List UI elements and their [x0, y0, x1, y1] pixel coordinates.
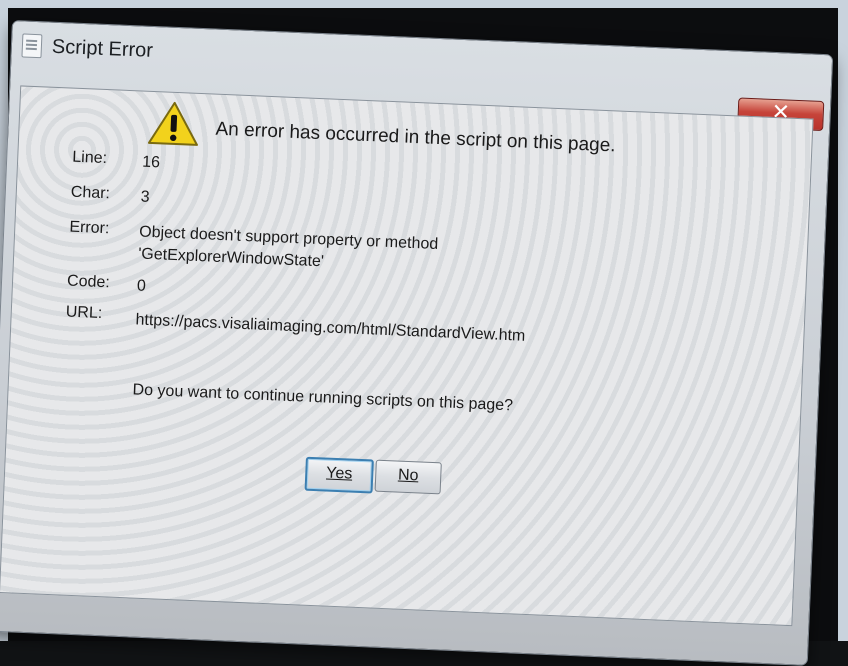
- window-title: Script Error: [51, 35, 154, 62]
- char-value: 3: [140, 188, 150, 206]
- warning-icon: [147, 101, 198, 146]
- no-button[interactable]: No: [374, 459, 442, 495]
- line-label: Line:: [71, 148, 108, 168]
- yes-button[interactable]: Yes: [304, 456, 374, 494]
- code-value: 0: [136, 277, 147, 295]
- continue-question: Do you want to continue running scripts …: [132, 381, 514, 415]
- script-error-dialog: Script Error ✕ An error has occurred in …: [0, 20, 834, 666]
- line-value: 16: [141, 153, 161, 172]
- char-label: Char:: [70, 183, 111, 203]
- dialog-body: An error has occurred in the script on t…: [0, 85, 814, 627]
- photo-frame-right: [838, 0, 848, 641]
- no-button-label: No: [397, 466, 419, 485]
- photo-frame-top: [0, 0, 848, 8]
- document-icon: [21, 33, 43, 59]
- url-value: https://pacs.visaliaimaging.com/html/Sta…: [135, 311, 526, 345]
- error-label: Error:: [69, 218, 110, 238]
- error-value: Object doesn't support property or metho…: [137, 223, 439, 271]
- code-label: Code:: [66, 272, 111, 292]
- yes-button-label: Yes: [325, 464, 353, 483]
- error-headline: An error has occurred in the script on t…: [215, 118, 616, 157]
- url-label: URL:: [65, 303, 103, 323]
